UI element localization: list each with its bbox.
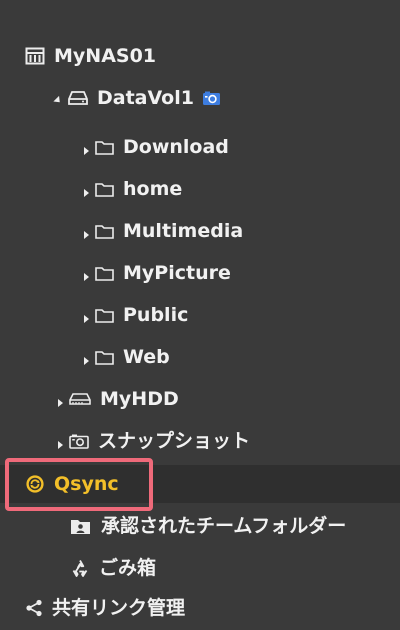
expand-closed-icon[interactable] xyxy=(58,441,63,449)
folder-icon xyxy=(95,308,114,323)
expand-closed-icon[interactable] xyxy=(84,231,89,239)
folder-icon xyxy=(95,182,114,197)
team-folder-icon xyxy=(70,517,92,535)
tree-node-approved-team-folders[interactable]: 承認されたチームフォルダー xyxy=(0,507,400,545)
expand-closed-icon[interactable] xyxy=(58,399,63,407)
drive-icon xyxy=(68,90,88,106)
tree-node-datavol1[interactable]: DataVol1 xyxy=(0,79,400,117)
file-tree-panel: MyNAS01 DataVol1 Download home Multimedi… xyxy=(0,0,400,630)
server-icon xyxy=(25,47,45,65)
tree-node-snapshot[interactable]: スナップショット xyxy=(0,422,400,460)
snapshot-badge-icon xyxy=(202,91,221,106)
tree-node-label: 共有リンク管理 xyxy=(52,596,186,619)
expand-closed-icon[interactable] xyxy=(84,273,89,281)
folder-label: home xyxy=(123,177,183,200)
recycle-icon xyxy=(70,558,90,578)
tree-node-myhdd[interactable]: MyHDD xyxy=(0,380,400,418)
folder-label: MyPicture xyxy=(123,261,231,284)
tree-node-trash[interactable]: ごみ箱 xyxy=(0,549,400,587)
tree-node-label: MyNAS01 xyxy=(54,44,157,67)
tree-node-label: ごみ箱 xyxy=(99,556,157,579)
folder-icon xyxy=(95,266,114,281)
camera-icon xyxy=(69,434,89,449)
expand-open-icon[interactable] xyxy=(53,95,63,105)
folder-icon xyxy=(95,350,114,365)
tree-node-label: MyHDD xyxy=(100,387,179,410)
folder-icon xyxy=(95,140,114,155)
expand-closed-icon[interactable] xyxy=(84,189,89,197)
folder-label: Download xyxy=(123,135,229,158)
folder-label: Web xyxy=(123,345,170,368)
expand-closed-icon[interactable] xyxy=(84,147,89,155)
folder-public[interactable]: Public xyxy=(0,296,400,334)
external-drive-icon xyxy=(69,392,91,406)
highlight-box xyxy=(5,458,153,511)
tree-node-mynas01[interactable]: MyNAS01 xyxy=(0,37,400,75)
tree-node-label: DataVol1 xyxy=(97,86,194,109)
expand-closed-icon[interactable] xyxy=(84,357,89,365)
tree-node-label: スナップショット xyxy=(98,429,251,452)
folder-label: Multimedia xyxy=(123,219,244,242)
tree-node-share-links[interactable]: 共有リンク管理 xyxy=(0,589,400,627)
expand-closed-icon[interactable] xyxy=(84,315,89,323)
folder-web[interactable]: Web xyxy=(0,338,400,376)
folder-mypicture[interactable]: MyPicture xyxy=(0,254,400,292)
folder-download[interactable]: Download xyxy=(0,128,400,166)
tree-node-label: 承認されたチームフォルダー xyxy=(101,514,347,537)
share-icon xyxy=(25,599,43,617)
folder-home[interactable]: home xyxy=(0,170,400,208)
folder-label: Public xyxy=(123,303,189,326)
folder-multimedia[interactable]: Multimedia xyxy=(0,212,400,250)
folder-icon xyxy=(95,224,114,239)
